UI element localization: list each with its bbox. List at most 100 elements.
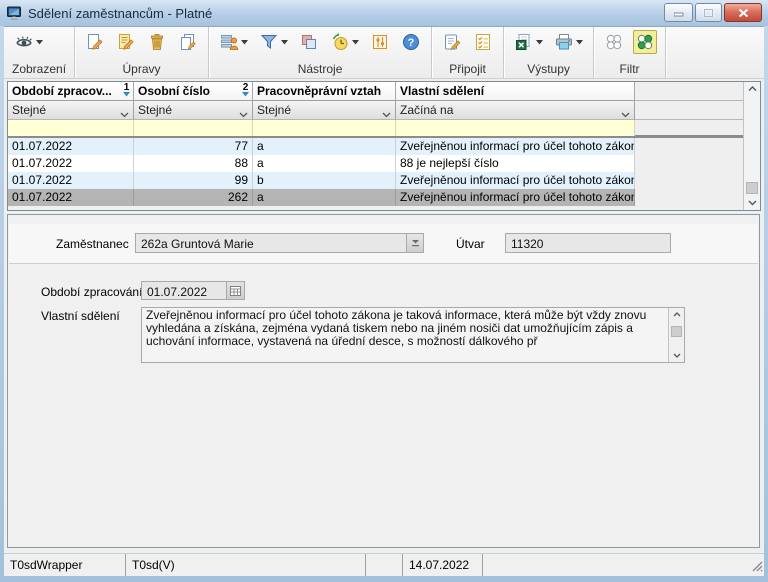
table-cell[interactable]: 88 [134,155,253,172]
table-cell[interactable]: 01.07.2022 [8,172,134,189]
settings-button[interactable] [368,30,392,54]
toolbar-group-label: Úpravy [83,62,200,77]
copy-record-button[interactable] [176,30,200,54]
grid-vertical-scrollbar[interactable] [743,82,760,210]
print-button[interactable] [552,30,585,54]
chevron-down-icon[interactable] [621,107,630,120]
checklist-icon [473,32,493,52]
table-cell[interactable]: 01.07.2022 [8,189,134,206]
filter-operator-dropdown[interactable]: Stejné [253,101,396,120]
table-cell[interactable]: Zveřejněnou informací pro účel tohoto zá… [396,138,635,155]
message-textarea[interactable]: Zveřejněnou informací pro účel tohoto zá… [141,307,685,363]
status-cell [366,554,403,576]
period-field[interactable]: 01.07.2022 [141,281,227,300]
dropdown-caret-icon[interactable] [576,40,583,45]
edit-document-icon [116,32,136,52]
dropdown-caret-icon[interactable] [36,40,43,45]
department-label: Útvar [456,237,485,251]
column-header[interactable]: Období zpracov...1 [8,82,134,101]
filter-operator-dropdown[interactable]: Stejné [134,101,253,120]
department-field[interactable]: 11320 [505,233,671,253]
calendar-button[interactable] [227,281,245,300]
title-bar[interactable]: Sdělení zaměstnancům - Platné [0,0,768,26]
scroll-down-icon[interactable] [669,349,684,362]
message-text[interactable]: Zveřejněnou informací pro účel tohoto zá… [142,308,667,362]
layers-icon [299,32,319,52]
app-monitor-icon[interactable] [6,5,22,21]
excel-export-button[interactable] [512,30,545,54]
filter-operator-dropdown[interactable]: Stejné [8,101,134,120]
message-scrollbar[interactable] [668,308,684,362]
table-row[interactable]: 01.07.2022262aZveřejněnou informací pro … [8,189,743,206]
table-cell[interactable]: a [253,155,396,172]
toolbar-group-label: Výstupy [512,62,585,77]
dropdown-caret-icon[interactable] [352,40,359,45]
table-cell[interactable]: 77 [134,138,253,155]
column-header[interactable]: Osobní číslo2 [134,82,253,101]
scroll-up-icon[interactable] [669,308,684,321]
records-menu-button[interactable] [217,30,250,54]
filter-input-cell[interactable] [8,120,134,136]
column-header-label: Osobní číslo [138,84,210,98]
delete-record-button[interactable] [145,30,169,54]
scroll-down-icon[interactable] [744,196,760,210]
filter-clover-active-button[interactable] [633,30,657,54]
minimize-button[interactable] [664,3,693,22]
filter-operator-dropdown[interactable]: Začíná na [396,101,635,120]
new-record-button[interactable] [83,30,107,54]
excel-icon [514,32,534,52]
filter-input-cell[interactable] [134,120,253,136]
status-filler [483,554,764,576]
table-cell[interactable]: b [253,172,396,189]
table-cell[interactable]: a [253,189,396,206]
edit-record-button[interactable] [114,30,138,54]
scrollbar-thumb[interactable] [746,182,758,194]
table-row[interactable]: 01.07.202277aZveřejněnou informací pro ú… [8,138,743,155]
dropdown-caret-icon[interactable] [536,40,543,45]
attach-note-button[interactable] [440,30,464,54]
table-cell[interactable]: 88 je nejlepší číslo [396,155,635,172]
close-button[interactable] [724,3,762,22]
help-button[interactable]: ? [399,30,423,54]
filter-menu-button[interactable] [257,30,290,54]
dropdown-caret-icon[interactable] [241,40,248,45]
column-header-label: Období zpracov... [12,84,112,98]
scheduler-menu-button[interactable] [328,30,361,54]
client-area: ZobrazeníÚpravy?NástrojePřipojitVýstupyF… [4,26,764,576]
filter-input-cell[interactable] [396,120,635,136]
table-cell[interactable]: Zveřejněnou informací pro účel tohoto zá… [396,189,635,206]
restore-button[interactable] [695,3,722,22]
table-cell[interactable]: 262 [134,189,253,206]
table-row[interactable]: 01.07.202299bZveřejněnou informací pro ú… [8,172,743,189]
employee-dropdown-button[interactable] [407,233,424,253]
chevron-down-icon[interactable] [120,107,129,120]
status-bar: T0sdWrapperT0sd(V)14.07.2022 [4,553,764,576]
layout-button[interactable] [297,30,321,54]
view-menu-button[interactable] [12,30,45,54]
toolbar-group: ?Nástroje [209,27,432,78]
grid-filler [635,172,743,189]
employee-field[interactable]: 262a Gruntová Marie [135,233,407,253]
table-row[interactable]: 01.07.202288a88 je nejlepší číslo [8,155,743,172]
table-cell[interactable]: 99 [134,172,253,189]
filter-operator-label: Stejné [12,103,46,117]
grid-columns: Období zpracov...1Osobní číslo2 Pracovněp… [8,82,743,210]
grid-filler [635,120,743,136]
dropdown-caret-icon[interactable] [281,40,288,45]
status-cell: T0sd(V) [126,554,366,576]
scrollbar-thumb[interactable] [671,326,682,337]
column-header[interactable]: Pracovněprávní vztah [253,82,396,101]
filter-clover-button[interactable] [602,30,626,54]
table-cell[interactable]: 01.07.2022 [8,138,134,155]
table-cell[interactable]: a [253,138,396,155]
column-header-label: Pracovněprávní vztah [257,84,381,98]
table-cell[interactable]: Zveřejněnou informací pro účel tohoto zá… [396,172,635,189]
filter-input-cell[interactable] [253,120,396,136]
chevron-down-icon[interactable] [382,107,391,120]
attach-list-button[interactable] [471,30,495,54]
scroll-up-icon[interactable] [744,82,760,96]
resize-grip-icon[interactable] [751,560,763,575]
column-header[interactable]: Vlastní sdělení [396,82,635,101]
table-cell[interactable]: 01.07.2022 [8,155,134,172]
chevron-down-icon[interactable] [239,107,248,120]
